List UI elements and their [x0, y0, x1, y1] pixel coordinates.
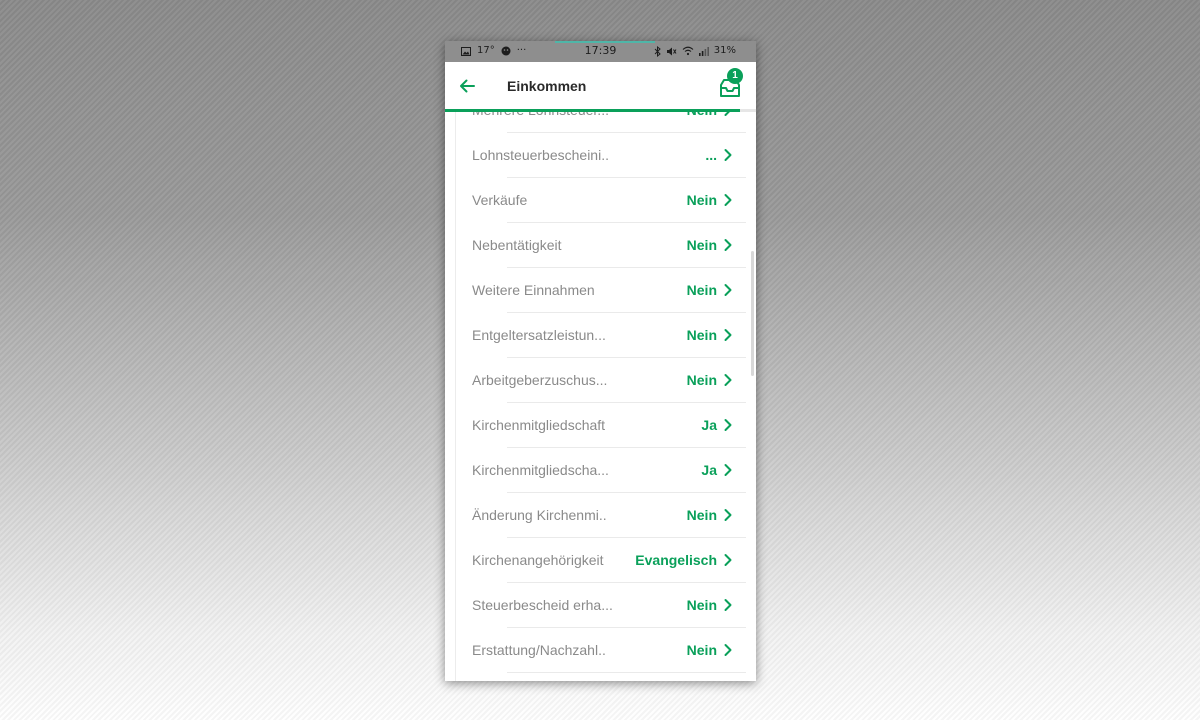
list-item-label: Kirchenmitgliedscha... — [472, 462, 609, 478]
list-item-label: Mehrere Lohnsteuer... — [472, 112, 609, 133]
list-item-value: Nein — [686, 237, 717, 253]
list-item-label: Arbeitgeberzuschus... — [472, 372, 608, 388]
app-bar: Einkommen 1 — [445, 62, 756, 110]
list-item[interactable]: Erstattung/Nachzahl.. Nein — [455, 628, 746, 673]
list-item[interactable]: Kirchenangehörigkeit Evangelisch — [455, 538, 746, 583]
list-item[interactable]: Arbeitgeberzuschus... Nein — [455, 358, 746, 403]
status-accent-line — [555, 41, 655, 43]
list-item[interactable]: Mehrere Lohnsteuer... Nein — [455, 112, 746, 133]
list-item-value: Nein — [686, 642, 717, 658]
list-item-value: Nein — [687, 112, 717, 133]
list-item[interactable]: Kirchenmitgliedschaft Ja — [455, 403, 746, 448]
list-item[interactable]: Weitere Einnahmen Nein — [455, 268, 746, 313]
list-item-label: Änderung Kirchenmi.. — [472, 507, 607, 523]
list-item[interactable]: Kirchenmitgliedscha... Ja — [455, 448, 746, 493]
phone-screen: 17° ··· 17:39 31% Einkommen 1 Lohnsteuer… — [445, 41, 756, 681]
list-item-label: Weitere Einnahmen — [472, 282, 595, 298]
chevron-right-icon — [724, 329, 732, 341]
notification-badge: 1 — [727, 68, 743, 84]
list-item-label: Verkäufe — [472, 192, 528, 208]
list-item-label: Steuerbescheid erha... — [472, 597, 613, 613]
chevron-right-icon — [724, 644, 732, 656]
list-item-value: Nein — [686, 507, 717, 523]
status-right-group: 31% — [654, 44, 736, 58]
list-item-value: Nein — [686, 372, 717, 388]
list-item-label: Entgeltersatzleistun... — [472, 327, 606, 343]
chevron-right-icon — [724, 599, 732, 611]
chevron-right-icon — [724, 554, 732, 566]
settings-list: Mehrere Lohnsteuer...NeinLohnsteuerbesch… — [455, 112, 746, 681]
list-item[interactable]: Verkäufe Nein — [455, 178, 746, 223]
chevron-right-icon — [724, 419, 732, 431]
list-item-value: Ja — [701, 462, 717, 478]
page-title: Einkommen — [507, 78, 587, 94]
battery-text: 31% — [713, 45, 736, 56]
chevron-right-icon — [724, 239, 732, 251]
list-item-label: Kirchenangehörigkeit — [472, 552, 604, 568]
list-item[interactable]: Lohnsteuerbescheini..... — [455, 133, 746, 178]
chevron-right-icon — [724, 464, 732, 476]
list-item-label: Erstattung/Nachzahl.. — [472, 642, 606, 658]
list-item-value: Nein — [686, 327, 717, 343]
list-item-value: Nein — [686, 597, 717, 613]
chevron-right-icon — [724, 194, 732, 206]
list-item-label: Kirchenmitgliedschaft — [472, 417, 606, 433]
list-item[interactable]: Änderung Kirchenmi.. Nein — [455, 493, 746, 538]
list-item-value: Nein — [686, 192, 717, 208]
bluetooth-icon — [654, 45, 661, 57]
wifi-icon — [682, 46, 694, 56]
list-item-value: ... — [705, 147, 717, 163]
chevron-right-icon — [724, 284, 732, 296]
list-item[interactable]: Nebentätigkeit Nein — [455, 223, 746, 268]
list-item[interactable]: Entgeltersatzleistun... Nein — [455, 313, 746, 358]
list-item-value: Evangelisch — [635, 552, 717, 568]
list-item-label: Lohnsteuerbescheini.. — [472, 147, 609, 163]
list-item[interactable]: Steuerbescheid erha... Nein — [455, 583, 746, 628]
chevron-right-icon — [724, 112, 730, 116]
list-item-value: Nein — [686, 282, 717, 298]
back-arrow-icon[interactable] — [457, 76, 477, 96]
signal-icon — [698, 47, 709, 56]
status-bar: 17° ··· 17:39 31% — [445, 41, 756, 62]
chevron-right-icon — [724, 149, 732, 161]
chevron-right-icon — [724, 374, 732, 386]
mute-icon — [666, 47, 677, 55]
list-item-value: Ja — [701, 417, 717, 433]
scrollbar[interactable] — [751, 251, 754, 376]
row-divider — [507, 672, 746, 673]
chevron-right-icon — [724, 509, 732, 521]
list-item-label: Nebentätigkeit — [472, 237, 562, 253]
